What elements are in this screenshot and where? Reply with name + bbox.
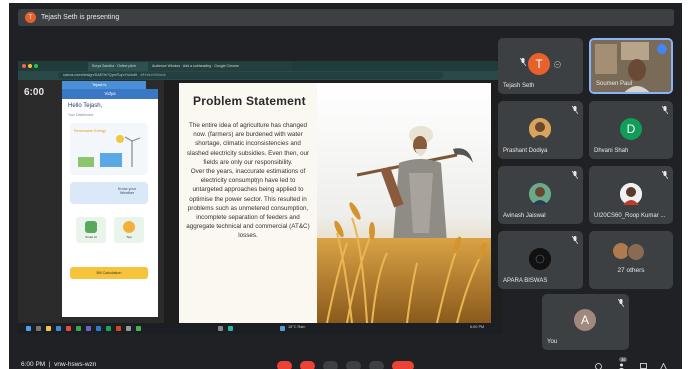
browser-tab[interactable]: Surya Sandha · Online pitch	[88, 62, 150, 71]
participant-tile[interactable]: D Dhvani Shah	[589, 101, 673, 159]
self-name: You	[547, 339, 558, 345]
bulb-icon	[123, 221, 135, 233]
presentation-screen[interactable]: Surya Sandha · Online pitch Audience Win…	[18, 61, 502, 334]
presenting-banner: T Tejash Seth is presenting	[18, 9, 674, 26]
office-icon[interactable]	[66, 326, 71, 331]
mic-off-icon	[618, 299, 624, 307]
camera-toggle-button[interactable]	[300, 361, 315, 369]
slide-title: Problem Statement	[193, 94, 306, 108]
info-icon[interactable]	[595, 363, 602, 369]
window-max-dot[interactable]	[34, 64, 38, 68]
chrome-icon[interactable]	[76, 326, 81, 331]
mic-toggle-button[interactable]	[277, 361, 292, 369]
presenting-text: Tejash Seth is presenting	[41, 14, 120, 21]
smart-ai-tile[interactable]: Smart AI	[76, 217, 106, 243]
participant-avatar: D	[620, 118, 642, 140]
meet-window: T Tejash Seth is presenting Surya Sandha…	[9, 3, 682, 369]
browser-tab-strip: Surya Sandha · Online pitch Audience Win…	[18, 61, 502, 71]
tips-tile[interactable]: Tips	[114, 217, 144, 243]
taskbar-weather: 18°C Rain	[288, 325, 306, 329]
taskbar-clock: 6:00 PM	[470, 325, 485, 329]
mic-off-icon	[572, 236, 578, 244]
more-options-icon[interactable]	[554, 61, 561, 68]
slide-body: The entire idea of agriculture has chang…	[186, 122, 310, 240]
activities-icon[interactable]	[660, 363, 667, 369]
participant-tile[interactable]: T Tejash Seth	[498, 38, 583, 94]
mic-off-icon	[662, 106, 668, 114]
people-count-badge: 36	[619, 357, 628, 362]
search-icon[interactable]	[36, 326, 41, 331]
window-min-dot[interactable]	[28, 64, 32, 68]
smart-ai-icon	[85, 221, 97, 233]
weather-card-label: Know your Weather	[118, 187, 136, 195]
participant-name: Prashant Dodiya	[503, 148, 548, 154]
app-header: Vidya	[62, 89, 158, 99]
chat-icon[interactable]	[640, 363, 647, 369]
mic-off-icon	[520, 58, 526, 66]
folder-icon[interactable]	[46, 326, 51, 331]
participant-tile[interactable]: Avinash Jaiswal	[498, 166, 583, 224]
present-button[interactable]	[346, 361, 361, 369]
meeting-controls-bar: 6:00 PM | vnw-hsws-wzn 36	[9, 353, 682, 369]
windows-taskbar: 18°C Rain 6:00 PM	[18, 323, 502, 334]
mic-off-icon	[662, 171, 668, 179]
participant-name: APARA BISWAS	[503, 278, 548, 284]
speaking-indicator-icon	[657, 44, 667, 54]
bill-calc-button[interactable]: Bill Calculation	[70, 267, 148, 279]
app-icon[interactable]	[126, 326, 131, 331]
participant-name: Dhvani Shah	[594, 148, 629, 154]
others-count: 27 others	[617, 267, 645, 274]
participant-avatar: T	[528, 53, 550, 75]
weather-card[interactable]: Know your Weather	[70, 182, 148, 204]
teams-icon[interactable]	[86, 326, 91, 331]
app-icon[interactable]	[218, 326, 223, 331]
participant-tile[interactable]: Prashant Dodiya	[498, 101, 583, 159]
window-close-dot[interactable]	[22, 64, 26, 68]
participant-avatar	[529, 118, 551, 140]
app-screen: Vidya Hello Tejash, Your Dashboard Renew…	[62, 89, 158, 317]
browser-tab[interactable]: Audience Window · Add a subheading · Goo…	[148, 62, 292, 71]
renewable-card[interactable]: Renewable Energy	[70, 123, 148, 175]
hangup-button[interactable]	[392, 361, 414, 369]
meeting-clock: 6:00 PM | vnw-hsws-wzn	[21, 361, 97, 368]
edge-icon[interactable]	[56, 326, 61, 331]
others-tile[interactable]: 27 others	[589, 231, 673, 289]
greeting-subtitle: Your Dashboard	[68, 113, 94, 117]
participant-name: UI20CS60_Roop Kumar ...	[594, 213, 666, 219]
app-icon[interactable]	[136, 326, 141, 331]
participant-avatar	[529, 183, 551, 205]
participant-tile[interactable]: UI20CS60_Roop Kumar ...	[589, 166, 673, 224]
browser-address-bar: canva.com/design/DAE0b?Qpn/Sq/cYsi/edit …	[18, 71, 502, 80]
app-icon[interactable]	[228, 326, 233, 331]
windows-start-icon[interactable]	[26, 326, 31, 331]
participant-name: Soumen Paul	[596, 81, 633, 87]
farmer-photo	[317, 83, 491, 323]
presenter-avatar: T	[25, 12, 36, 23]
self-tile[interactable]: A You	[542, 294, 629, 350]
url-field[interactable]: canva.com/design/DAE0b?Qpn/Sq/cYsi/edit …	[58, 72, 443, 79]
participant-avatar	[620, 183, 642, 205]
people-icon[interactable]	[618, 363, 625, 369]
captions-button[interactable]	[323, 361, 338, 369]
participant-name: Avinash Jaiswal	[503, 213, 546, 219]
device-time: 6:00	[24, 87, 45, 98]
mic-off-icon	[572, 106, 578, 114]
app-window-titlebar: Tejash's	[62, 81, 146, 89]
participant-tile[interactable]: APARA BISWAS	[498, 231, 583, 289]
participant-avatar	[529, 248, 551, 270]
word-icon[interactable]	[96, 326, 101, 331]
more-options-button[interactable]	[369, 361, 384, 369]
excel-icon[interactable]	[106, 326, 111, 331]
presentation-slide: Problem Statement The entire idea of agr…	[179, 83, 491, 323]
mic-off-icon	[572, 171, 578, 179]
greeting: Hello Tejash,	[68, 103, 103, 109]
participant-avatar	[627, 243, 645, 261]
meeting-code: vnw-hsws-wzn	[54, 361, 97, 368]
participant-tile-active[interactable]: Soumen Paul	[589, 38, 673, 94]
weather-icon	[280, 326, 285, 331]
powerpoint-icon[interactable]	[116, 326, 121, 331]
participant-name: Tejash Seth	[503, 83, 535, 89]
self-avatar: A	[574, 309, 596, 331]
renewable-illustration-icon	[78, 135, 141, 167]
